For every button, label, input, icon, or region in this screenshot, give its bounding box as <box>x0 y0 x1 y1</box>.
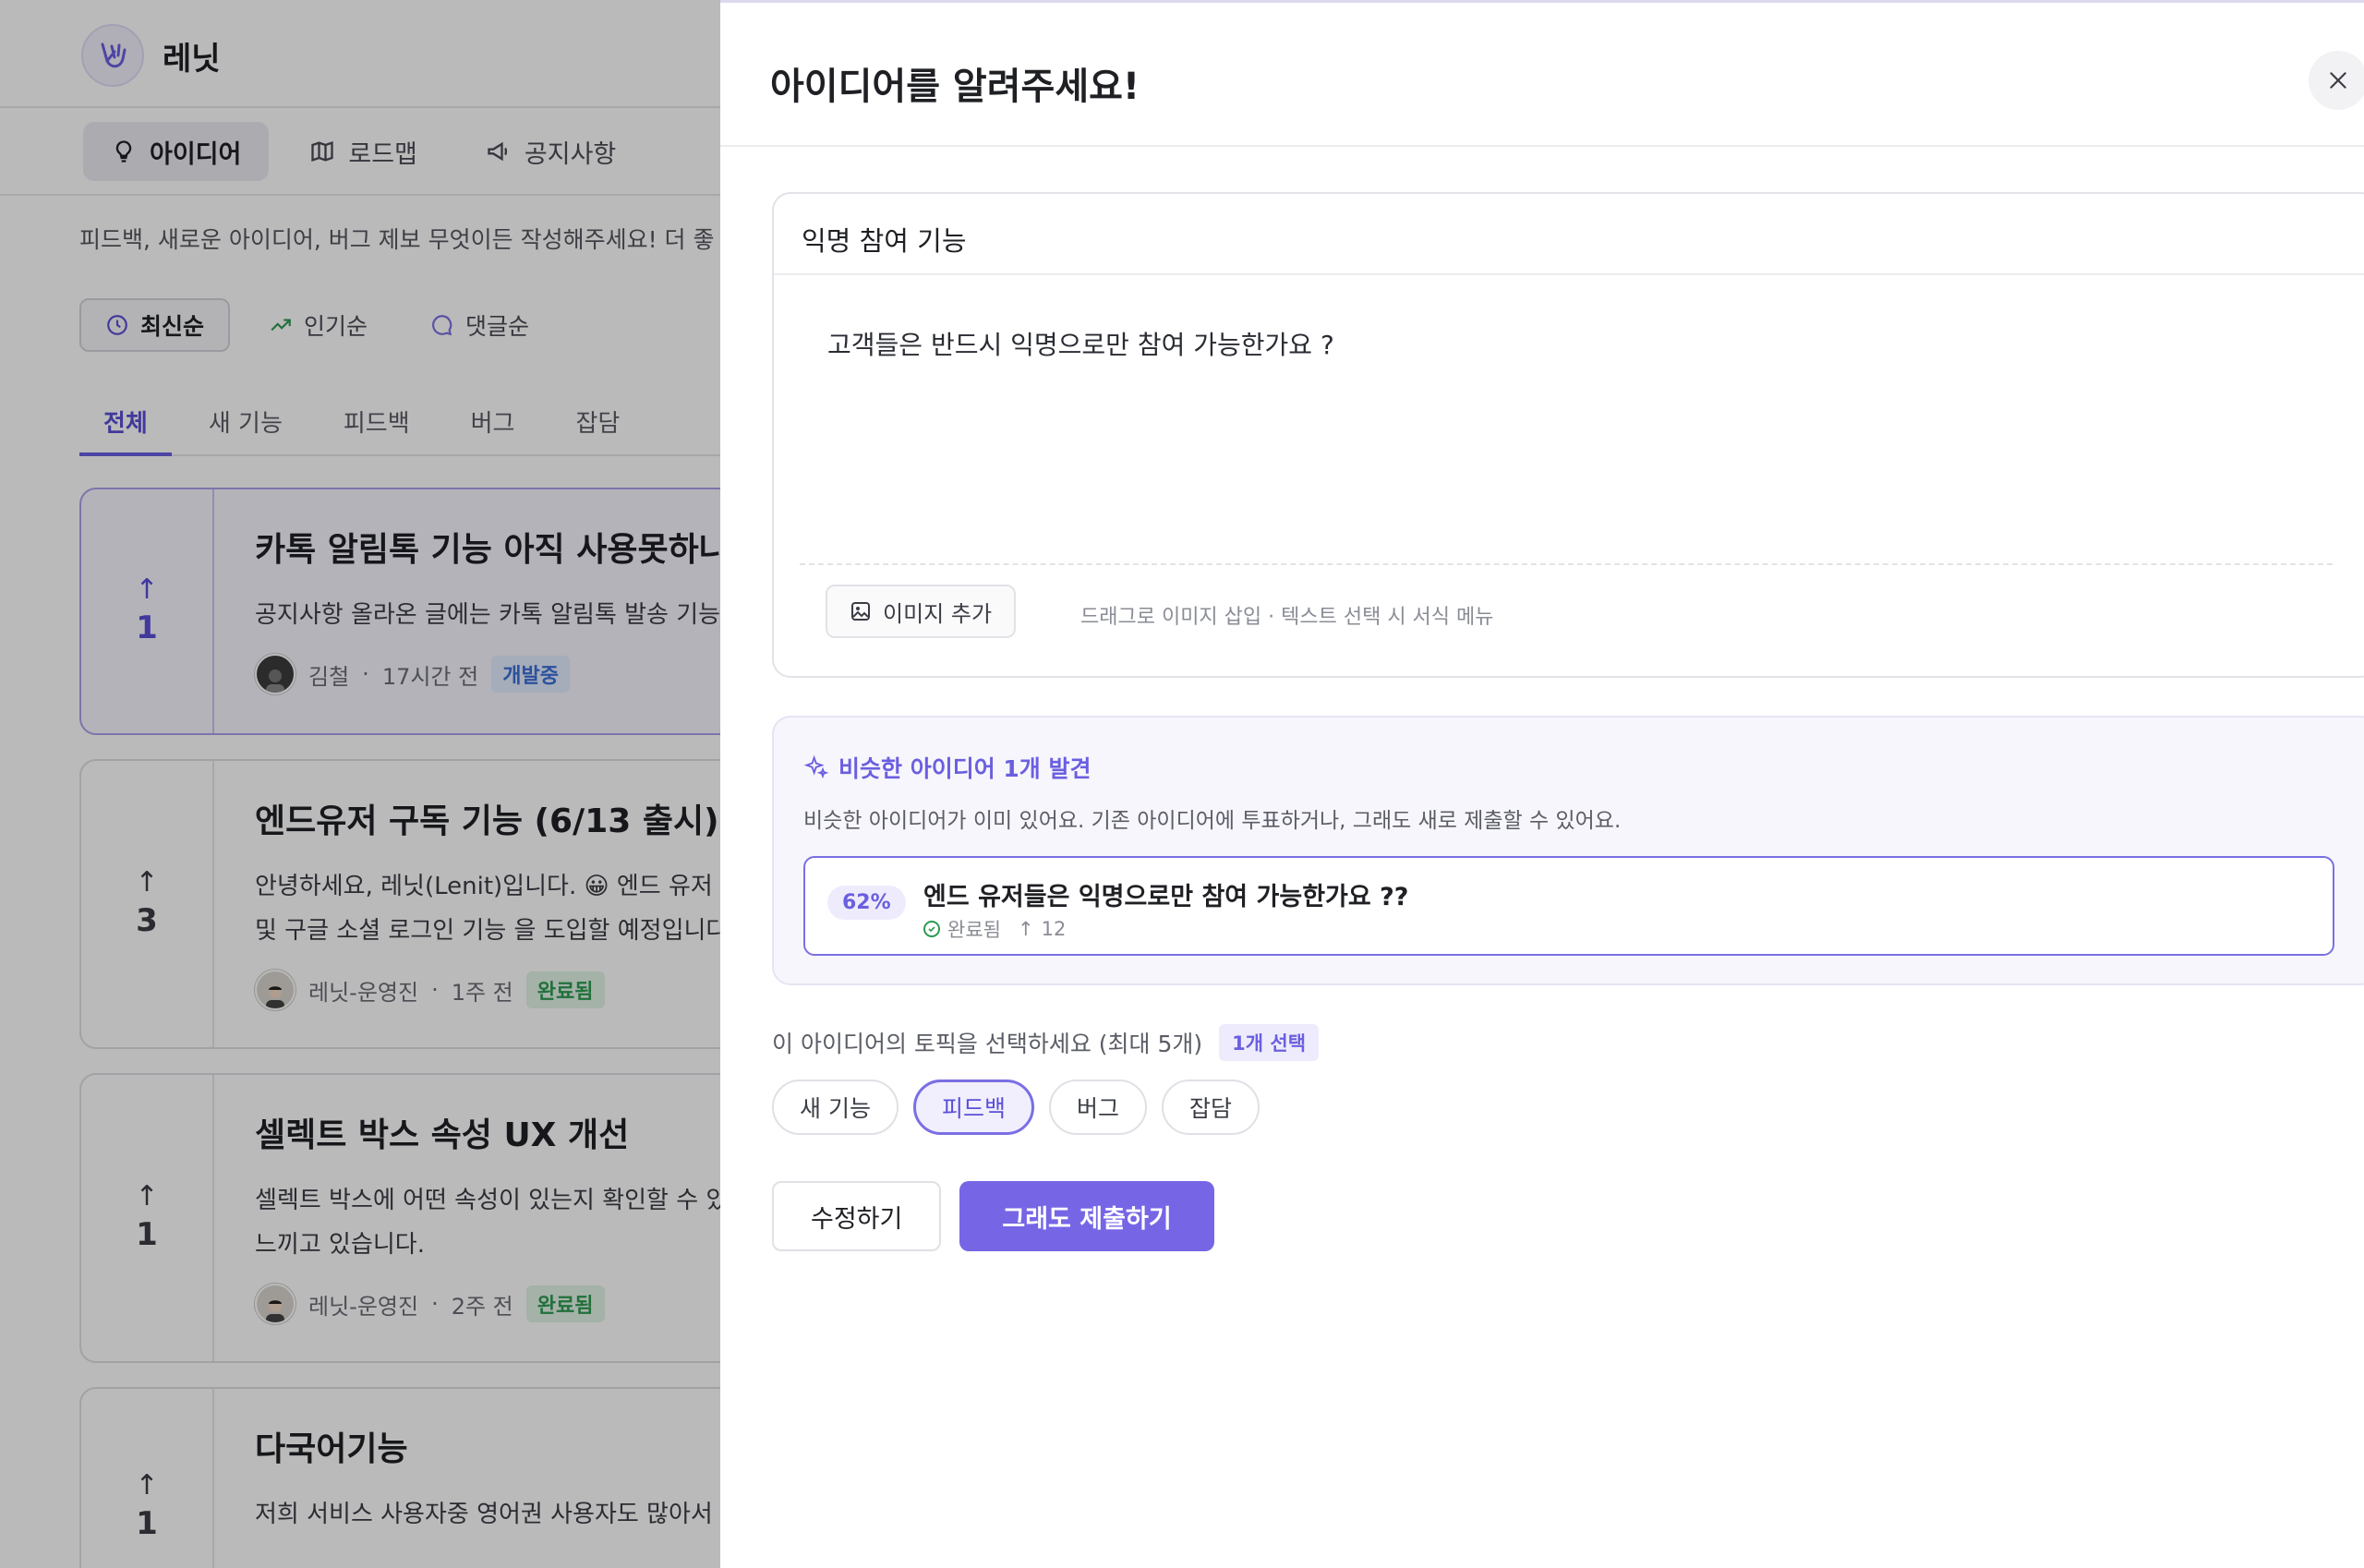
similar-idea-status: 완료됨 <box>947 919 1001 941</box>
topic-count-badge: 1개 선택 <box>1219 1024 1320 1061</box>
similar-idea-item[interactable]: 62% 엔드 유저들은 익명으로만 참여 가능한가요 ?? 완료됨 ↑ 12 <box>803 856 2334 956</box>
topic-chips: 새 기능 피드백 버그 잡담 <box>772 1080 1260 1135</box>
topic-chip-feature[interactable]: 새 기능 <box>772 1080 899 1135</box>
editor-hint: 드래그로 이미지 삽입 · 텍스트 선택 시 서식 메뉴 <box>1080 606 1494 629</box>
topic-chip-chat[interactable]: 잡담 <box>1161 1080 1260 1135</box>
add-image-button[interactable]: 이미지 추가 <box>826 585 1017 638</box>
topic-chip-feedback[interactable]: 피드백 <box>912 1080 1034 1135</box>
idea-submit-panel: 아이디어를 알려주세요! 익명 참여 기능 고객들은 반드시 익명으로만 참여 … <box>720 0 2364 1568</box>
match-percentage: 62% <box>827 886 906 920</box>
similar-ideas-box: 비슷한 아이디어 1개 발견 비슷한 아이디어가 이미 있어요. 기존 아이디어… <box>772 716 2364 985</box>
similar-idea-title: 엔드 유저들은 익명으로만 참여 가능한가요 ?? <box>923 883 1409 911</box>
similar-heading: 비슷한 아이디어 1개 발견 <box>803 751 1092 784</box>
topic-label: 이 아이디어의 토픽을 선택하세요 (최대 5개) <box>772 1031 1203 1057</box>
image-icon <box>851 602 870 621</box>
modal-backdrop[interactable] <box>0 0 720 1568</box>
submit-anyway-button[interactable]: 그래도 제출하기 <box>959 1181 1214 1251</box>
add-image-label: 이미지 추가 <box>883 600 993 627</box>
divider <box>800 563 2333 565</box>
edit-button[interactable]: 수정하기 <box>772 1181 942 1251</box>
sparkle-icon <box>803 754 829 779</box>
close-icon <box>2330 72 2346 89</box>
similar-description: 비슷한 아이디어가 이미 있어요. 기존 아이디어에 투표하거나, 그래도 새로… <box>803 809 1622 833</box>
close-button[interactable] <box>2309 51 2364 110</box>
similar-idea-votes: 12 <box>1041 918 1067 940</box>
panel-title: 아이디어를 알려주세요! <box>770 66 1140 108</box>
action-buttons: 수정하기 그래도 제출하기 <box>772 1181 1214 1251</box>
topic-header: 이 아이디어의 토픽을 선택하세요 (최대 5개) 1개 선택 <box>772 1024 1320 1061</box>
idea-title-input[interactable]: 익명 참여 기능 <box>774 194 2364 275</box>
idea-body-input[interactable]: 고객들은 반드시 익명으로만 참여 가능한가요 ? <box>827 325 1334 362</box>
divider <box>720 145 2364 147</box>
similar-idea-meta: 완료됨 ↑ 12 <box>923 915 1066 943</box>
idea-editor: 익명 참여 기능 고객들은 반드시 익명으로만 참여 가능한가요 ? 이미지 추… <box>772 192 2364 678</box>
topic-chip-bug[interactable]: 버그 <box>1048 1080 1147 1135</box>
check-circle-icon <box>923 921 940 937</box>
similar-heading-text: 비슷한 아이디어 1개 발견 <box>838 755 1092 782</box>
arrow-up-icon: ↑ <box>1017 918 1034 940</box>
